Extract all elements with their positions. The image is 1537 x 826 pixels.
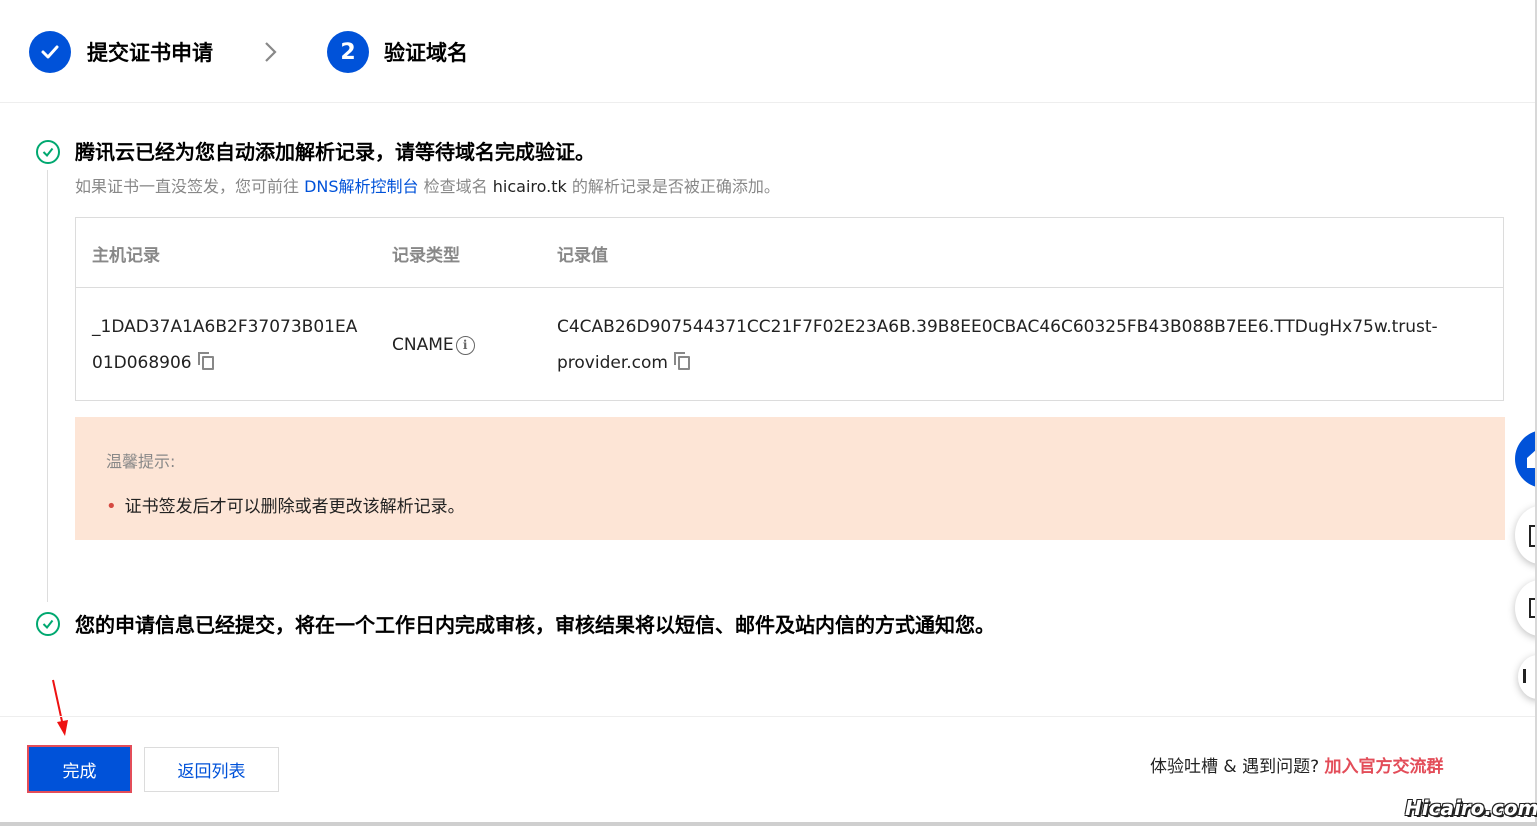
host-record-cell: _1DAD37A1A6B2F37073B01EA 01D068906 bbox=[92, 309, 382, 381]
back-to-list-button[interactable]: 返回列表 bbox=[144, 747, 279, 792]
record-type-cell: CNAME i bbox=[392, 327, 475, 363]
copy-value-icon[interactable] bbox=[673, 352, 690, 370]
record-type-value: CNAME bbox=[392, 335, 454, 355]
copy-host-icon[interactable] bbox=[197, 352, 214, 370]
bullet-icon: • bbox=[106, 496, 117, 517]
table-row: _1DAD37A1A6B2F37073B01EA 01D068906 CNAME… bbox=[76, 288, 1503, 401]
section-1-title: 腾讯云已经为您自动添加解析记录，请等待域名完成验证。 bbox=[75, 140, 595, 164]
section-2-title: 您的申请信息已经提交，将在一个工作日内完成审核，审核结果将以短信、邮件及站内信的… bbox=[75, 613, 995, 637]
arrow-annotation-icon bbox=[50, 678, 74, 742]
header-record-type: 记录类型 bbox=[392, 246, 460, 266]
header-record-value: 记录值 bbox=[557, 246, 608, 266]
desc-prefix: 如果证书一直没签发，您可前往 bbox=[75, 177, 300, 196]
section-1-description: 如果证书一直没签发，您可前往 DNS解析控制台 检查域名 hicairo.tk … bbox=[75, 173, 780, 197]
tips-item-text: 证书签发后才可以删除或者更改该解析记录。 bbox=[124, 497, 465, 517]
tips-item: • 证书签发后才可以删除或者更改该解析记录。 bbox=[106, 492, 465, 517]
record-value-cell: C4CAB26D907544371CC21F7F02E23A6B.39B8EE0… bbox=[557, 309, 1497, 381]
domain-name: hicairo.tk bbox=[492, 177, 567, 196]
dns-console-link[interactable]: DNS解析控制台 bbox=[304, 177, 418, 196]
tips-title: 温馨提示: bbox=[106, 452, 176, 471]
float-chat-icon[interactable] bbox=[1515, 580, 1537, 636]
chevron-right-icon bbox=[260, 40, 280, 68]
info-icon[interactable]: i bbox=[455, 335, 475, 355]
feedback-text: 体验吐槽 & 遇到问题? bbox=[1150, 757, 1320, 777]
steps-header: 提交证书申请 2 验证域名 bbox=[0, 0, 1535, 103]
record-value-line2: provider.com bbox=[557, 353, 668, 373]
timeline-line bbox=[47, 170, 48, 602]
window-bottom-edge bbox=[0, 822, 1537, 826]
host-record-line2: 01D068906 bbox=[92, 353, 192, 373]
record-value-line1: C4CAB26D907544371CC21F7F02E23A6B.39B8EE0… bbox=[557, 317, 1438, 337]
step-done-check-icon bbox=[29, 31, 71, 73]
watermark-logo: Hicairo.com bbox=[1405, 796, 1537, 820]
step-2-label: 验证域名 bbox=[384, 41, 468, 65]
join-group-link[interactable]: 加入官方交流群 bbox=[1325, 757, 1444, 777]
header-host-record: 主机记录 bbox=[92, 246, 160, 266]
feedback-area: 体验吐槽 & 遇到问题? 加入官方交流群 bbox=[1150, 752, 1444, 777]
dns-record-table: 主机记录 记录类型 记录值 _1DAD37A1A6B2F37073B01EA 0… bbox=[75, 217, 1504, 401]
footer-divider bbox=[0, 716, 1535, 717]
done-button[interactable]: 完成 bbox=[27, 745, 132, 793]
table-header: 主机记录 记录类型 记录值 bbox=[76, 218, 1503, 288]
desc-suffix: 的解析记录是否被正确添加。 bbox=[571, 177, 780, 196]
step-2-number: 2 bbox=[327, 31, 369, 73]
step-1-label: 提交证书申请 bbox=[87, 41, 213, 65]
float-doc-icon[interactable] bbox=[1515, 506, 1537, 564]
tips-box: 温馨提示: • 证书签发后才可以删除或者更改该解析记录。 bbox=[75, 417, 1505, 540]
host-record-line1: _1DAD37A1A6B2F37073B01EA bbox=[92, 317, 358, 337]
float-home-icon[interactable] bbox=[1515, 430, 1537, 488]
desc-mid: 检查域名 bbox=[423, 177, 488, 196]
success-circle-icon bbox=[36, 140, 60, 164]
success-circle-icon bbox=[36, 612, 60, 636]
